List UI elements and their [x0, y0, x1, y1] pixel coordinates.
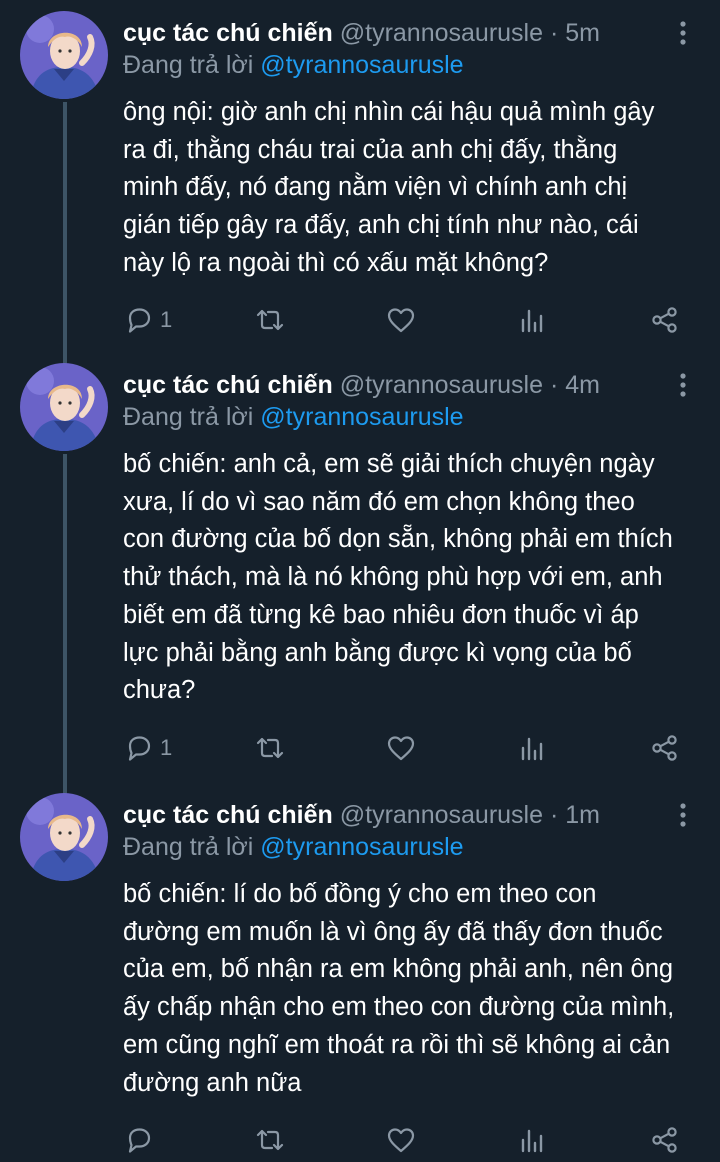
analytics-button[interactable] [519, 300, 545, 340]
like-button[interactable] [386, 300, 416, 340]
tweet-header: cục tác chú chiến @tyrannosaurusle · 4m [123, 370, 600, 400]
tweet[interactable]: cục tác chú chiến @tyrannosaurusle · 5m … [0, 0, 720, 352]
tweet-text-line: biết em đã từng kê bao nhiêu đơn thuốc v… [123, 600, 639, 629]
more-vertical-icon[interactable] [672, 20, 694, 46]
tweet-text: ông nội: giờ anh chị nhìn cái hậu quả mì… [123, 94, 708, 283]
more-vertical-icon[interactable] [672, 372, 694, 398]
timestamp[interactable]: 5m [565, 19, 600, 47]
more-vertical-icon[interactable] [672, 802, 694, 828]
tweet-header: cục tác chú chiến @tyrannosaurusle · 5m [123, 18, 600, 48]
tweet-text-line: xưa, lí do vì sao năm đó em chọn không t… [123, 487, 635, 516]
tweet-text-line: ông nội: giờ anh chị nhìn cái hậu quả mì… [123, 98, 655, 126]
retweet-button[interactable] [254, 728, 286, 768]
retweet-button[interactable] [254, 1120, 286, 1160]
analytics-icon [521, 737, 543, 761]
analytics-icon [521, 1129, 543, 1153]
tweet-text: bố chiến: lí do bố đồng ý cho em theo co… [123, 876, 708, 1102]
replying-prefix: Đang trả lời [123, 51, 254, 79]
heart-icon [387, 1128, 415, 1153]
tweet-text-line: của em, bố nhận ra em không phải anh, nê… [123, 955, 674, 984]
reply-icon [128, 736, 151, 761]
avatar[interactable] [20, 363, 108, 451]
action-bar [0, 1120, 720, 1160]
heart-icon [387, 308, 415, 333]
mention-link[interactable]: @tyrannosaurusle [260, 833, 463, 861]
like-button[interactable] [386, 728, 416, 768]
tweet-text-line: bố chiến: anh cả, em sẽ giải thích chuyệ… [123, 450, 655, 478]
action-bar: 1 [0, 300, 720, 340]
tweet-text-line: thử thách, mà là nó không phù hợp với em… [123, 563, 663, 592]
tweet-text-line: ấy chấp nhận cho em theo con đường của m… [123, 993, 675, 1022]
tweet-text-line: lực phải bằng anh bằng được kì vọng của … [123, 638, 632, 667]
user-handle[interactable]: @tyrannosaurusle [340, 19, 543, 47]
share-icon [652, 735, 677, 761]
share-button[interactable] [650, 1120, 680, 1160]
reply-button[interactable]: 1 [124, 300, 172, 340]
tweet-text-line: đường em muốn là vì ông ấy đã thấy đơn t… [123, 917, 663, 946]
mention-link[interactable]: @tyrannosaurusle [260, 403, 463, 431]
avatar[interactable] [20, 793, 108, 881]
reply-button[interactable]: 1 [124, 728, 172, 768]
reply-icon [128, 1128, 151, 1153]
tweet-text-line: ra đi, thằng cháu trai của anh chị đấy, … [123, 135, 618, 164]
retweet-icon [256, 737, 284, 759]
reply-count: 1 [160, 307, 173, 332]
mention-link[interactable]: @tyrannosaurusle [260, 51, 463, 79]
share-button[interactable] [650, 728, 680, 768]
separator: · [549, 371, 559, 399]
heart-icon [387, 736, 415, 761]
share-button[interactable] [650, 300, 680, 340]
tweet[interactable]: cục tác chú chiến @tyrannosaurusle · 1m … [0, 782, 720, 1162]
display-name[interactable]: cục tác chú chiến [123, 801, 333, 829]
analytics-button[interactable] [519, 728, 545, 768]
replying-to: Đang trả lời @tyrannosaurusle [123, 402, 464, 432]
analytics-icon [521, 309, 543, 333]
tweet-text-line: em cũng nghĩ em thoát ra rồi thì sẽ khôn… [123, 1030, 671, 1059]
replying-to: Đang trả lời @tyrannosaurusle [123, 50, 464, 80]
reply-icon [128, 308, 151, 333]
separator: · [549, 801, 559, 829]
like-button[interactable] [386, 1120, 416, 1160]
user-handle[interactable]: @tyrannosaurusle [340, 801, 543, 829]
tweet[interactable]: cục tác chú chiến @tyrannosaurusle · 4m … [0, 352, 720, 780]
tweet-text: bố chiến: anh cả, em sẽ giải thích chuyệ… [123, 446, 708, 710]
timestamp[interactable]: 4m [565, 371, 600, 399]
analytics-button[interactable] [519, 1120, 545, 1160]
replying-prefix: Đang trả lời [123, 403, 254, 431]
reply-button[interactable] [124, 1120, 160, 1160]
tweet-text-line: minh đấy, nó đang nằm viện vì chính anh … [123, 173, 628, 202]
timestamp[interactable]: 1m [565, 801, 600, 829]
tweet-text-line: con đường của bố dọn sẵn, không phải em … [123, 525, 673, 554]
avatar[interactable] [20, 11, 108, 99]
replying-prefix: Đang trả lời [123, 833, 254, 861]
tweet-text-line: gián tiếp gây ra đấy, anh chị tính như n… [123, 211, 639, 240]
action-bar: 1 [0, 728, 720, 768]
tweet-header: cục tác chú chiến @tyrannosaurusle · 1m [123, 800, 600, 830]
tweet-text-line: đường anh nữa [123, 1068, 302, 1097]
retweet-button[interactable] [254, 300, 286, 340]
share-icon [652, 307, 677, 333]
retweet-icon [256, 309, 284, 331]
tweet-text-line: chưa? [123, 676, 196, 705]
share-icon [652, 1127, 677, 1153]
tweet-text-line: này lộ ra ngoài thì có xấu mặt không? [123, 248, 549, 277]
tweet-text-line: bố chiến: lí do bố đồng ý cho em theo co… [123, 880, 597, 908]
replying-to: Đang trả lời @tyrannosaurusle [123, 832, 464, 862]
reply-count: 1 [160, 735, 173, 760]
display-name[interactable]: cục tác chú chiến [123, 371, 333, 399]
user-handle[interactable]: @tyrannosaurusle [340, 371, 543, 399]
display-name[interactable]: cục tác chú chiến [123, 19, 333, 47]
retweet-icon [256, 1129, 284, 1151]
separator: · [549, 19, 559, 47]
